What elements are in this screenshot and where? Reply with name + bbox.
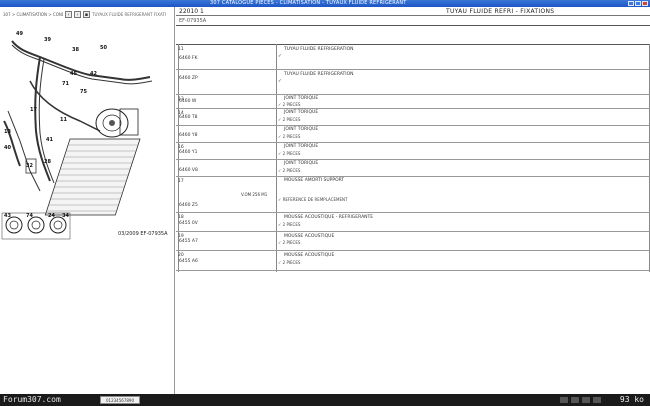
part-desc: MOUSSE ACOUSTIQUE [284,253,335,258]
exploded-diagram[interactable]: 49 39 38 50 45 42 71 75 17 13 11 40 41 3… [0,21,175,243]
breadcrumb-text: 307 > CLIMATISATION > CONDITIONNEMENT [3,12,63,17]
part-ref[interactable]: 6460 Y8 [179,133,198,138]
callout-label: 50 [100,45,107,51]
callout-label: 17 [30,107,37,113]
part-qty: ✓ 2 PIECES [278,240,301,245]
part-compat: V.OM 256 M1 [241,192,268,197]
nav-back-button[interactable]: ‹ [65,11,72,18]
callout-label: 43 [4,213,11,219]
part-ref[interactable]: 6455 0V [179,221,198,226]
section-title: TUYAU FLUIDE REFRI - FIXATIONS [446,8,555,15]
callout-label: 38 [72,47,79,53]
part-ref[interactable]: 6460 V8 [179,168,198,173]
part-desc: TUYAU FLUIDE REFRIGERATION [284,72,354,77]
part-desc: JOINT TORIQUE [284,127,319,132]
tray-icons [560,397,601,403]
part-qty: ✓ REFERENCE DE REMPLACEMENT [278,197,348,202]
table-row[interactable]: 19 6455 A7 MOUSSE ACOUSTIQUE ✓ 2 PIECES [176,232,650,251]
tray-icon[interactable] [582,397,590,403]
callout-label: 11 [60,117,67,123]
table-row[interactable]: 17 6460 Z5 V.OM 256 M1 MOUSSE AMORTI SUP… [176,177,650,213]
site-name[interactable]: Forum307.com [3,395,61,404]
close-button[interactable] [642,1,648,6]
breadcrumb-tail: TUYAUX FLUIDE REFRIGERANT FIXATIONS [92,12,166,17]
part-desc: MOUSSE ACOUSTIQUE - REFRIGERANTE [284,215,374,220]
callout-label: 74 [26,213,33,219]
table-row[interactable]: 13 6460 W JOINT TORIQUE ✓ 2 PIECES [176,95,650,109]
diagram-caption: 03/2009 EF-07935A [118,231,168,237]
minimize-button[interactable] [628,1,634,6]
title-bar: 307 CATALOGUE PIECES - CLIMATISATION - T… [0,0,650,7]
part-desc: JOINT TORIQUE [284,144,319,149]
row-number: 17 [178,179,184,184]
diagram-panel: 307 > CLIMATISATION > CONDITIONNEMENT ‹ … [0,7,175,394]
section-code: 22010 1 [179,8,204,15]
table-row[interactable]: 11 6460 FK TUYAU FLUIDE REFRIGERATION ✓ [176,45,650,70]
taskbar: Forum307.com 01234567890 93 ko [0,394,650,406]
tray-icon[interactable] [593,397,601,403]
callout-label: 28 [44,159,51,165]
check-icon: ✓ [278,54,282,59]
row-number: 11 [178,47,184,52]
part-ref[interactable]: 6460 Z5 [179,203,198,208]
parts-subheader: EF-07935A [176,16,650,25]
part-desc: JOINT TORIQUE [284,110,319,115]
callout-label: 71 [62,81,69,87]
callout-label: 39 [44,37,51,43]
row-number: 20 [178,253,184,258]
callout-label: 49 [16,31,23,37]
table-row[interactable]: 16 6460 Y1 JOINT TORIQUE ✓ 2 PIECES [176,143,650,160]
nav-home-button[interactable]: ▪ [83,11,90,18]
maximize-button[interactable] [635,1,641,6]
part-ref[interactable]: 6460 T8 [179,115,198,120]
table-row[interactable]: 6460 Y8 JOINT TORIQUE ✓ 2 PIECES [176,126,650,143]
divider [176,25,650,26]
part-ref[interactable]: 6460 ZP [179,76,198,81]
taskbar-item[interactable]: 01234567890 [100,396,140,404]
parts-table: 22010 1 TUYAU FLUIDE REFRI - FIXATIONS E… [176,7,650,394]
part-qty: ✓ 2 PIECES [278,260,301,265]
callout-label: 75 [80,89,87,95]
parts-header: 22010 1 TUYAU FLUIDE REFRI - FIXATIONS [176,7,650,16]
part-ref[interactable]: 6455 A7 [179,239,198,244]
part-ref[interactable]: 6460 W [179,99,196,104]
table-row[interactable]: 18 6455 0V MOUSSE ACOUSTIQUE - REFRIGERA… [176,213,650,232]
part-qty: ✓ 2 PIECES [278,134,301,139]
table-row[interactable]: 14 6460 T8 JOINT TORIQUE ✓ 2 PIECES [176,109,650,126]
file-size: 93 ko [619,395,644,404]
part-ref[interactable]: 6455 A6 [179,259,198,264]
part-qty: ✓ 2 PIECES [278,168,301,173]
tray-icon[interactable] [571,397,579,403]
part-desc: TUYAU FLUIDE REFRIGERATION [284,47,354,52]
diagram-ref: EF-07935A [179,18,207,24]
part-desc: JOINT TORIQUE [284,161,319,166]
window-title: 307 CATALOGUE PIECES - CLIMATISATION - T… [210,0,407,6]
part-qty: ✓ 2 PIECES [278,117,301,122]
table-row[interactable]: 6460 ZP TUYAU FLUIDE REFRIGERATION ✓ [176,70,650,95]
part-desc: MOUSSE AMORTI SUPPORT [284,178,345,183]
part-desc: JOINT TORIQUE [284,96,319,101]
callout-label: 41 [46,137,53,143]
part-qty: ✓ 2 PIECES [278,151,301,156]
part-qty: ✓ 2 PIECES [278,222,301,227]
callout-label: 32 [26,163,33,169]
part-ref[interactable]: 6460 Y1 [179,150,198,155]
part-qty: ✓ 2 PIECES [278,102,301,107]
row-number: 18 [178,215,184,220]
breadcrumb: 307 > CLIMATISATION > CONDITIONNEMENT ‹ … [3,9,171,20]
table-row[interactable]: 20 6455 A6 MOUSSE ACOUSTIQUE ✓ 2 PIECES [176,251,650,271]
callout-label: 13 [4,129,11,135]
window-controls [628,1,648,6]
check-icon: ✓ [278,79,282,84]
callout-label: 40 [4,145,11,151]
part-desc: MOUSSE ACOUSTIQUE [284,234,335,239]
callout-label: 34 [62,213,69,219]
part-ref[interactable]: 6460 FK [179,56,197,61]
nav-forward-button[interactable]: › [74,11,81,18]
callout-label: 24 [48,213,55,219]
table-row[interactable]: 6460 V8 JOINT TORIQUE ✓ 2 PIECES [176,160,650,177]
tray-icon[interactable] [560,397,568,403]
callout-label: 42 [90,71,97,77]
callout-label: 45 [70,71,77,77]
